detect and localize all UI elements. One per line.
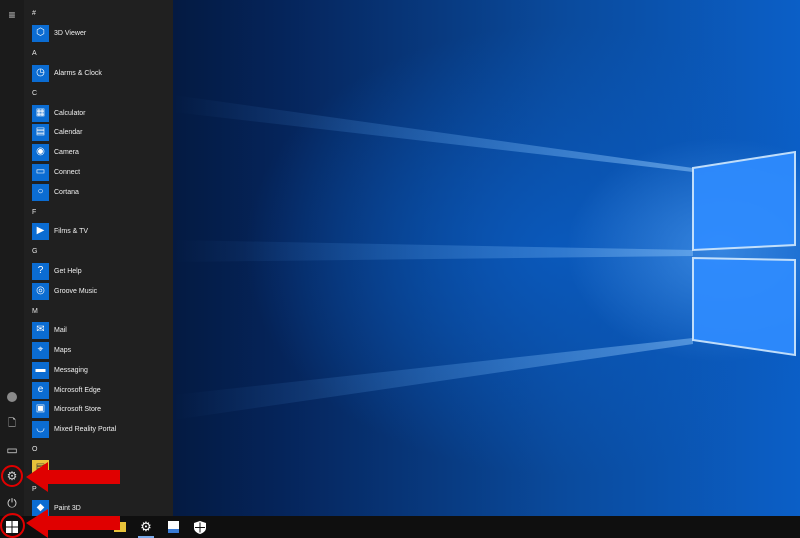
red-arrow-start-icon [26,509,120,538]
alarm-clock-icon: ◷ [32,64,49,82]
headset-icon: ◡ [32,420,49,438]
pictures-button[interactable]: ▭ [0,439,24,461]
expand-menu-button[interactable]: ≡ [0,4,24,26]
app-label: Get Help [54,267,82,275]
map-pin-icon: ⌖ [32,341,49,359]
app-label: Maps [54,346,72,354]
app-item-films-tv[interactable]: ▶ Films & TV [32,222,88,240]
section-letter[interactable]: C [32,90,37,97]
cube-icon: ⬡ [32,24,49,42]
settings-highlight-circle [1,465,23,487]
document-icon: 🗋 [7,418,17,429]
user-account-button[interactable] [0,386,24,408]
section-letter[interactable]: O [32,446,37,453]
film-icon: ▶ [32,222,49,240]
connect-icon: ▭ [32,163,49,181]
start-highlight-circle [0,513,25,538]
app-list: # ⬡ 3D Viewer A ◷ Alarms & Clock C ▦ Cal… [28,0,173,516]
app-label: 3D Viewer [54,29,87,37]
app-label: Connect [54,168,81,176]
app-item-camera[interactable]: ◉ Camera [32,143,79,161]
store-bag-icon [167,521,179,533]
app-item-maps[interactable]: ⌖ Maps [32,341,71,359]
taskbar-security-button[interactable] [188,516,212,538]
app-item-cortana[interactable]: ○ Cortana [32,183,79,201]
start-menu: ≡ 🗋 ▭ ⚙ ⏻ # ⬡ 3D Viewer A ◷ Alarms & Clo… [0,0,173,516]
section-letter[interactable]: A [32,50,37,57]
camera-icon: ◉ [32,143,49,161]
app-item-calculator[interactable]: ▦ Calculator [32,104,86,122]
calendar-icon: ▤ [32,123,49,141]
app-label: Camera [54,148,79,156]
taskbar-settings-button[interactable]: ⚙ [134,516,158,538]
picture-icon: ▭ [6,443,18,457]
calculator-icon: ▦ [32,104,49,122]
section-letter[interactable]: G [32,248,37,255]
edge-icon: e [32,381,49,399]
documents-button[interactable]: 🗋 [0,413,24,435]
start-menu-rail: ≡ 🗋 ▭ ⚙ ⏻ [0,0,24,516]
app-label: Calendar [54,128,83,136]
message-icon: ▬ [32,361,49,379]
app-label: Alarms & Clock [54,69,102,77]
music-icon: ◎ [32,282,49,300]
app-item-messaging[interactable]: ▬ Messaging [32,361,88,379]
app-item-groove-music[interactable]: ◎ Groove Music [32,282,97,300]
power-button[interactable]: ⏻ [0,492,24,514]
app-item-connect[interactable]: ▭ Connect [32,163,80,181]
app-label: Groove Music [54,287,98,295]
app-label: Microsoft Store [54,405,102,413]
gear-icon: ⚙ [140,519,152,534]
app-item-calendar[interactable]: ▤ Calendar [32,123,82,141]
section-letter[interactable]: M [32,308,38,315]
taskbar-store-button[interactable] [161,516,185,538]
app-item-mail[interactable]: ✉ Mail [32,321,67,339]
app-item-microsoft-store[interactable]: ▣ Microsoft Store [32,400,101,418]
app-item-3d-viewer[interactable]: ⬡ 3D Viewer [32,24,86,42]
app-label: Cortana [54,188,79,196]
help-icon: ? [32,262,49,280]
app-label: Mail [54,326,67,334]
cortana-icon: ○ [32,183,49,201]
shield-icon [194,520,206,534]
app-label: Messaging [54,366,88,374]
section-letter[interactable]: # [32,10,36,17]
power-icon: ⏻ [7,496,17,510]
app-item-microsoft-edge[interactable]: e Microsoft Edge [32,381,101,399]
hamburger-icon: ≡ [8,8,16,22]
app-label: Mixed Reality Portal [54,425,117,433]
mail-icon: ✉ [32,321,49,339]
app-label: Calculator [54,109,86,117]
app-label: Microsoft Edge [54,386,101,394]
user-icon [7,392,17,402]
app-item-mixed-reality-portal[interactable]: ◡ Mixed Reality Portal [32,420,116,438]
red-arrow-settings-icon [26,462,120,492]
section-letter[interactable]: F [32,209,36,216]
app-item-alarms-clock[interactable]: ◷ Alarms & Clock [32,64,102,82]
app-label: Films & TV [54,227,89,235]
app-item-get-help[interactable]: ? Get Help [32,262,82,280]
store-bag-icon: ▣ [32,400,49,418]
